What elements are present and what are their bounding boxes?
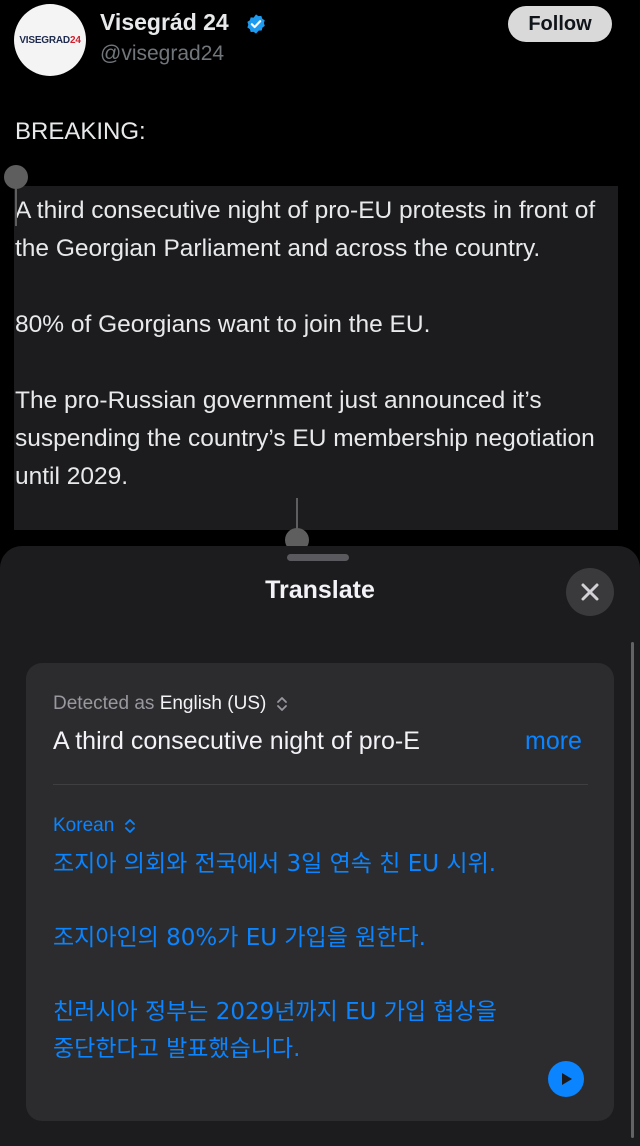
follow-button[interactable]: Follow (508, 6, 612, 42)
tweet-text: A third consecutive night of pro-EU prot… (15, 192, 625, 534)
close-icon (581, 583, 599, 601)
detected-prefix: Detected as (53, 693, 155, 714)
divider (53, 784, 588, 785)
close-button[interactable] (566, 568, 614, 616)
source-text-preview: A third consecutive night of pro-E (53, 727, 420, 755)
avatar[interactable]: VISEGRAD24 (14, 4, 86, 76)
translated-paragraph: 조지아 의회와 전국에서 3일 연속 친 EU 시위. (53, 851, 497, 877)
translation-card: Detected as English (US) A third consecu… (26, 663, 614, 1121)
sheet-grabber[interactable] (287, 554, 349, 561)
translated-paragraph: 조지아인의 80%가 EU 가입을 원한다. (53, 925, 426, 951)
play-icon (562, 1073, 572, 1085)
author-handle[interactable]: @visegrad24 (100, 42, 224, 66)
chevron-up-down-icon (124, 819, 135, 833)
sheet-title: Translate (265, 576, 375, 604)
avatar-logo-text: VISEGRAD24 (19, 34, 81, 46)
scrollbar[interactable] (631, 642, 634, 1138)
target-language-row[interactable]: Korean (53, 815, 136, 837)
play-button[interactable] (548, 1061, 584, 1097)
translated-text: 조지아 의회와 전국에서 3일 연속 친 EU 시위. 조지아인의 80%가 E… (53, 846, 523, 1105)
tweet-heading: BREAKING: (15, 118, 146, 145)
detected-language-row[interactable]: Detected as English (US) (53, 693, 288, 715)
target-language: Korean (53, 815, 115, 836)
verified-badge-icon (247, 14, 265, 34)
selection-start-caret (15, 186, 17, 226)
tweet-paragraph: 80% of Georgians want to join the EU. (15, 311, 431, 338)
tweet-paragraph: A third consecutive night of pro-EU prot… (15, 197, 596, 262)
selection-end-caret (296, 498, 298, 530)
detected-language: English (US) (159, 693, 267, 714)
more-link[interactable]: more (525, 727, 582, 756)
author-name[interactable]: Visegrád 24 (100, 9, 229, 36)
chevron-up-down-icon (276, 697, 287, 711)
translate-sheet: Translate Detected as English (US) A thi… (0, 546, 640, 1146)
tweet-paragraph: The pro-Russian government just announce… (15, 387, 595, 490)
translated-paragraph: 친러시아 정부는 2029년까지 EU 가입 협상을 중단한다고 발표했습니다. (53, 999, 497, 1062)
